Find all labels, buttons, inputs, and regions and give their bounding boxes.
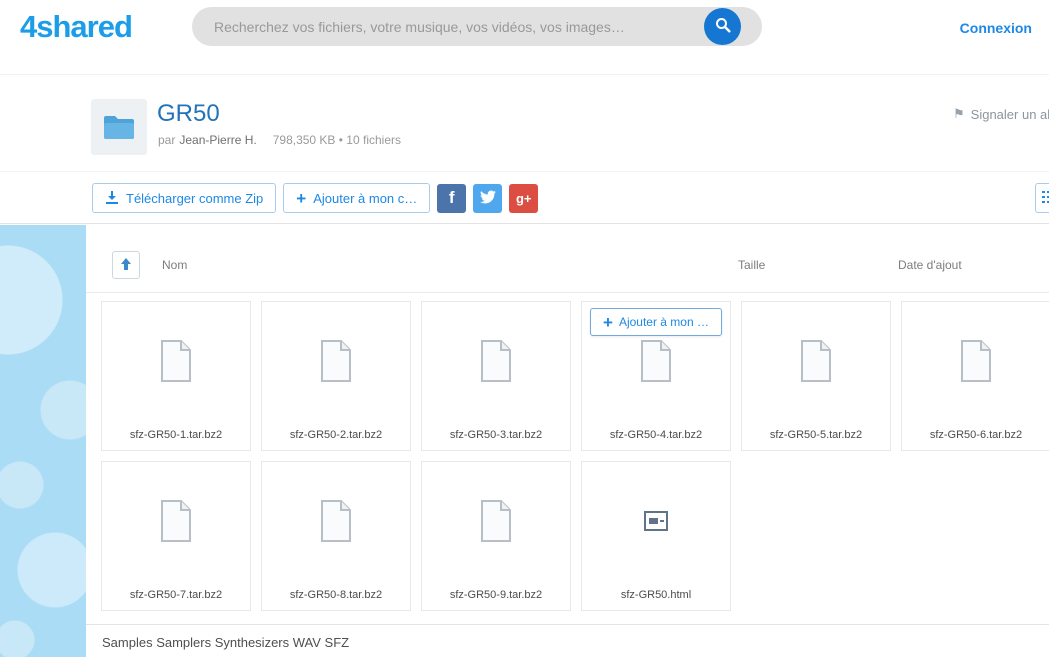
file-card[interactable]: sfz-GR50-3.tar.bz2 [421,301,571,451]
file-name: sfz-GR50-1.tar.bz2 [129,429,223,441]
file-card[interactable]: sfz-GR50-7.tar.bz2 [101,461,251,611]
archive-file-icon [902,302,1049,420]
archive-file-icon [102,462,250,580]
file-name: sfz-GR50-2.tar.bz2 [289,429,383,441]
googleplus-share-button[interactable]: g+ [509,183,539,213]
add-to-account-label: Ajouter à mon c… [313,190,418,206]
file-card[interactable]: sfz-GR50.html [581,461,731,611]
download-zip-label: Télécharger comme Zip [126,190,264,206]
archive-file-icon [422,462,570,580]
googleplus-icon: g+ [515,190,532,206]
search-input[interactable] [214,7,664,46]
list-view-icon [1042,190,1049,207]
file-card[interactable]: sfz-GR50-4.tar.bz2 + Ajouter à mon … [581,301,731,451]
plus-icon: + [296,188,307,208]
folder-header: GR50 par Jean-Pierre H. 798,350 KB • 10 fi… [0,76,1049,171]
owner-name[interactable]: Jean-Pierre H. [179,133,256,147]
file-card[interactable]: sfz-GR50-5.tar.bz2 [741,301,891,451]
twitter-icon [479,189,496,208]
add-to-account-button[interactable]: + Ajouter à mon c… [283,183,431,213]
4shared-logo[interactable]: 4shared [20,9,133,45]
archive-file-icon [262,462,410,580]
top-header: 4shared Connexion [0,0,1049,75]
sort-up-arrow-icon [120,257,132,274]
tags-row: Samples Samplers Synthesizers WAV SFZ [86,624,1049,657]
download-zip-button[interactable]: Télécharger comme Zip [92,183,277,213]
file-name: sfz-GR50-8.tar.bz2 [289,589,383,601]
facebook-icon: f [448,188,455,207]
list-view-toggle-button[interactable] [1035,183,1049,213]
page-title: GR50 [157,100,220,127]
twitter-share-button[interactable] [473,183,503,213]
by-label: par [158,133,176,147]
file-card[interactable]: sfz-GR50-2.tar.bz2 [261,301,411,451]
file-name: sfz-GR50-4.tar.bz2 [609,429,703,441]
sort-direction-button[interactable] [112,251,140,279]
column-header-date[interactable]: Date d'ajout [898,258,962,272]
flag-icon: ⚑ [953,106,965,121]
file-name: sfz-GR50-3.tar.bz2 [449,429,543,441]
column-header-size[interactable]: Taille [738,258,765,272]
download-icon [105,190,119,207]
report-abuse-link[interactable]: ⚑ Signaler un abus [953,106,1049,122]
html-file-icon [582,462,730,580]
table-header: Nom Taille Date d'ajout [86,248,1049,293]
search-bar [192,7,762,46]
report-abuse-label: Signaler un abus [970,106,1049,122]
folder-icon [91,99,147,155]
search-button[interactable] [704,8,741,45]
file-name: sfz-GR50-5.tar.bz2 [769,429,863,441]
file-name: sfz-GR50-7.tar.bz2 [129,589,223,601]
login-link[interactable]: Connexion [960,20,1032,36]
file-card[interactable]: sfz-GR50-9.tar.bz2 [421,461,571,611]
file-name: sfz-GR50-9.tar.bz2 [449,589,543,601]
logo-text-4: 4 [20,9,37,44]
file-list-panel: Nom Taille Date d'ajout sfz-GR50-1.tar.b… [86,225,1049,657]
add-to-account-overlay-button[interactable]: + Ajouter à mon … [590,308,722,336]
file-card[interactable]: sfz-GR50-1.tar.bz2 [101,301,251,451]
archive-file-icon [422,302,570,420]
archive-file-icon [262,302,410,420]
file-card[interactable]: sfz-GR50-6.tar.bz2 [901,301,1049,451]
page-background: Nom Taille Date d'ajout sfz-GR50-1.tar.b… [0,225,1049,657]
file-card[interactable]: sfz-GR50-8.tar.bz2 [261,461,411,611]
folder-stats: 798,350 KB • 10 fichiers [272,133,401,147]
file-name: sfz-GR50-6.tar.bz2 [929,429,1023,441]
facebook-share-button[interactable]: f [437,183,467,213]
plus-icon: + [603,312,613,332]
search-icon [715,17,731,36]
logo-text-shared: shared [36,9,133,44]
column-header-name[interactable]: Nom [162,258,187,272]
archive-file-icon [102,302,250,420]
action-toolbar: Télécharger comme Zip + Ajouter à mon c…… [0,171,1049,224]
archive-file-icon [742,302,890,420]
file-name: sfz-GR50.html [620,589,692,601]
overlay-add-label: Ajouter à mon … [618,315,709,329]
folder-meta: par Jean-Pierre H. 798,350 KB • 10 fichier… [158,133,401,147]
files-grid: sfz-GR50-1.tar.bz2 sfz-GR50-2.tar.bz2 sfz-… [101,301,1049,611]
